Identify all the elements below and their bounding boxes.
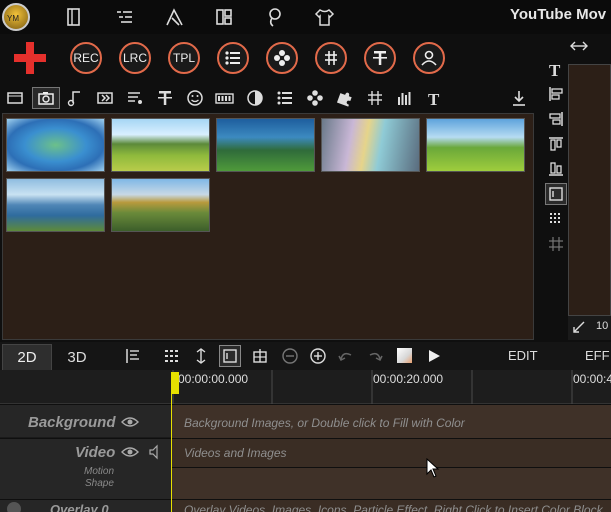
- music-button[interactable]: [315, 42, 347, 74]
- user-icon: [421, 50, 437, 66]
- video-track-hint: Videos and Images: [184, 446, 287, 460]
- download-tool[interactable]: [508, 87, 530, 109]
- text-strike-icon: [373, 51, 387, 65]
- eye-icon[interactable]: [120, 444, 140, 460]
- shape-label[interactable]: Shape: [85, 478, 114, 489]
- flower-icon: [274, 50, 290, 66]
- eye-icon[interactable]: [120, 414, 140, 430]
- svg-text:T: T: [549, 61, 561, 78]
- list-icon[interactable]: [113, 6, 135, 28]
- transition-tool[interactable]: [94, 87, 116, 109]
- align-top-icon[interactable]: [545, 133, 567, 155]
- split-icon[interactable]: [251, 347, 269, 365]
- particle-button[interactable]: [266, 42, 298, 74]
- expand-horizontal-icon[interactable]: [569, 38, 589, 54]
- video-track-label: Video: [75, 444, 116, 461]
- text-button[interactable]: [364, 42, 396, 74]
- playhead-line: [171, 394, 172, 512]
- align-tracks-icon[interactable]: [124, 347, 142, 365]
- redo-icon[interactable]: [366, 347, 384, 365]
- equalizer-tool[interactable]: [394, 87, 416, 109]
- battery-tool[interactable]: [214, 87, 236, 109]
- media-thumb-green-field[interactable]: [426, 118, 525, 172]
- resize-diagonal-icon[interactable]: [572, 320, 586, 334]
- hash-grid-icon[interactable]: [545, 233, 567, 255]
- add-button[interactable]: [12, 40, 48, 76]
- speaker-icon[interactable]: [148, 444, 164, 460]
- edit-button[interactable]: EDIT: [508, 348, 538, 363]
- time-label-20: 00:00:20.000: [373, 372, 444, 386]
- layout-icon[interactable]: [213, 6, 235, 28]
- puzzle-tool[interactable]: [334, 87, 356, 109]
- tab-3d[interactable]: 3D: [54, 344, 100, 370]
- app-title: YouTube Mov: [510, 6, 607, 23]
- tab-2d[interactable]: 2D: [2, 344, 52, 370]
- text-format-icon[interactable]: T: [545, 58, 567, 80]
- motion-label[interactable]: Motion: [84, 466, 114, 477]
- grid-dots-icon[interactable]: [545, 208, 567, 230]
- media-thumb-lake-hills[interactable]: [6, 178, 105, 232]
- book-icon[interactable]: [63, 6, 85, 28]
- music-sheet-tool[interactable]: [364, 87, 386, 109]
- zoom-in-icon[interactable]: [309, 347, 327, 365]
- undo-icon[interactable]: [337, 347, 355, 365]
- shirt-icon[interactable]: [313, 6, 335, 28]
- lrc-button[interactable]: LRC: [119, 42, 151, 74]
- user-button[interactable]: [413, 42, 445, 74]
- play-icon[interactable]: [425, 347, 443, 365]
- zoom-out-icon[interactable]: [281, 347, 299, 365]
- align-right-icon[interactable]: [545, 108, 567, 130]
- mouse-cursor-icon: [426, 458, 440, 478]
- overlay-track-hint: Overlay Videos, Images, Icons, Particle …: [184, 503, 603, 512]
- background-track-label: Background: [28, 414, 116, 431]
- zoom-label: 10: [596, 320, 609, 332]
- filmstrip-tool[interactable]: [4, 87, 26, 109]
- tpl-button[interactable]: TPL: [168, 42, 200, 74]
- align-left-icon[interactable]: [545, 83, 567, 105]
- add-overlay-icon[interactable]: [7, 502, 21, 512]
- app-logo[interactable]: YM: [2, 3, 30, 31]
- emoji-tool[interactable]: [184, 87, 206, 109]
- video-shape-lane[interactable]: [172, 468, 611, 499]
- music-note-icon: [325, 51, 337, 65]
- time-label-0: 00:00:00.000: [178, 372, 249, 386]
- contrast-tool[interactable]: [244, 87, 266, 109]
- lyrics-tool[interactable]: [124, 87, 146, 109]
- svg-text:T: T: [428, 90, 440, 107]
- overlay-track-label: Overlay 0: [50, 502, 109, 512]
- vector-icon[interactable]: [163, 6, 185, 28]
- particle-tool[interactable]: [304, 87, 326, 109]
- list-menu-button[interactable]: [217, 42, 249, 74]
- music-tool[interactable]: [64, 87, 86, 109]
- time-label-40: 00:00:4: [573, 372, 611, 386]
- rec-button[interactable]: REC: [70, 42, 102, 74]
- frame-select-icon[interactable]: [219, 345, 241, 367]
- media-thumb-rainbow-sea[interactable]: [321, 118, 420, 172]
- bullet-list-icon: [225, 51, 240, 65]
- background-track-hint: Background Images, or Double click to Fi…: [184, 416, 465, 430]
- list-tool[interactable]: [274, 87, 296, 109]
- stop-icon[interactable]: [397, 348, 412, 363]
- align-bottom-icon[interactable]: [545, 158, 567, 180]
- preview-canvas[interactable]: [568, 64, 611, 316]
- vertical-resize-icon[interactable]: [192, 347, 210, 365]
- media-thumb-palace-garden[interactable]: [111, 178, 210, 232]
- grid-tracks-icon[interactable]: [163, 347, 181, 365]
- svg-text:YM: YM: [7, 14, 19, 23]
- media-thumb-mountain-road[interactable]: [111, 118, 210, 172]
- title-tool[interactable]: T: [424, 87, 446, 109]
- lasso-icon[interactable]: [263, 6, 285, 28]
- frame-icon[interactable]: [545, 183, 567, 205]
- playhead-handle[interactable]: [171, 372, 179, 394]
- text-tool[interactable]: [154, 87, 176, 109]
- effect-button[interactable]: EFF: [585, 348, 610, 363]
- ruler-corner: [0, 370, 172, 404]
- camera-tool[interactable]: [32, 87, 60, 109]
- media-thumb-green-valley[interactable]: [216, 118, 315, 172]
- media-thumb-earth-clouds[interactable]: [6, 118, 105, 172]
